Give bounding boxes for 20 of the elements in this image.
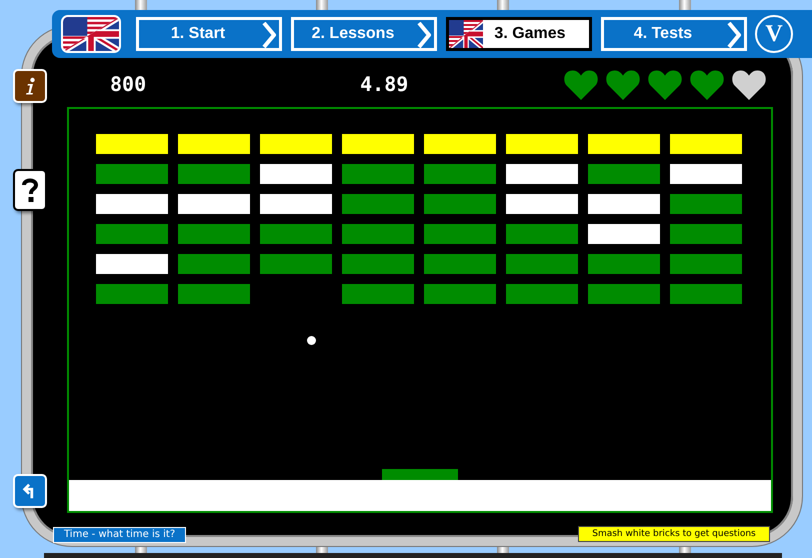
nav-tab[interactable]: 2. Lessons <box>291 17 437 51</box>
question-icon <box>20 177 40 203</box>
lesson-label: Time - what time is it? <box>53 527 186 543</box>
logo-button[interactable]: V <box>755 15 793 53</box>
chevron-icon <box>727 22 741 48</box>
language-button[interactable] <box>61 15 121 53</box>
nav-tab[interactable]: 4. Tests <box>601 17 747 51</box>
nav-tab[interactable]: 3. Games <box>446 17 592 51</box>
chevron-icon <box>262 22 276 48</box>
score: 800 <box>110 72 146 96</box>
hint-label: Smash white bricks to get questions <box>578 526 770 542</box>
help-button[interactable] <box>13 169 47 211</box>
flag-icon <box>449 20 483 48</box>
flag-icon <box>63 17 119 51</box>
nav-tab[interactable]: 1. Start <box>136 17 282 51</box>
info-button[interactable] <box>13 69 47 103</box>
timer: 4.89 <box>360 72 408 96</box>
ball <box>307 336 316 345</box>
chevron-icon <box>417 22 431 48</box>
back-button[interactable] <box>13 474 47 508</box>
